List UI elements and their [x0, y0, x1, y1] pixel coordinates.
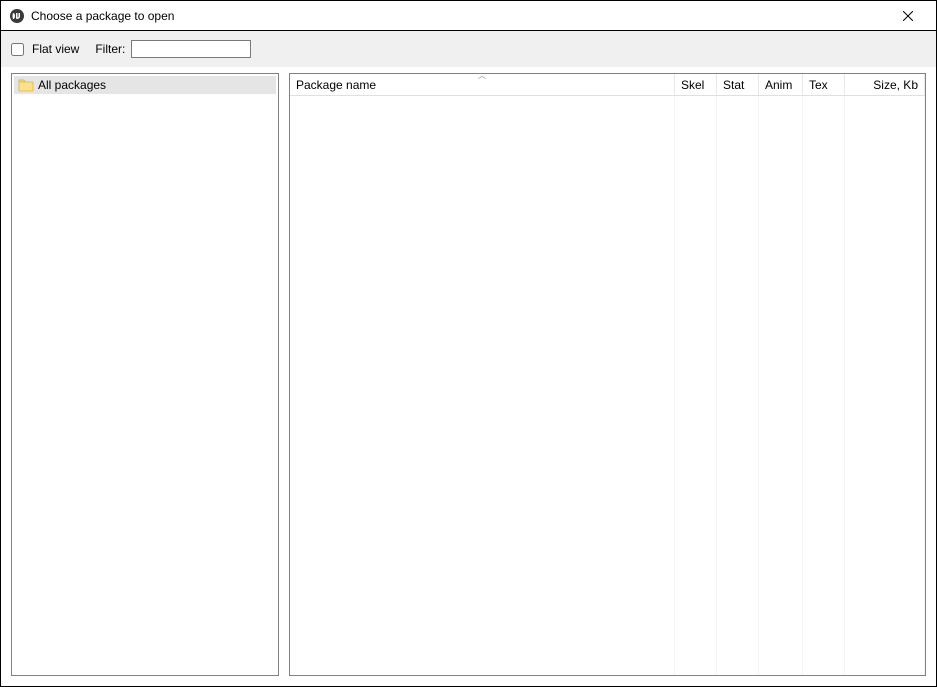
toolbar: Flat view Filter: — [1, 31, 936, 67]
list-panel[interactable]: Package name ︿ Skel Stat Anim Tex Size, … — [289, 73, 926, 676]
tree-item-label: All packages — [38, 78, 106, 92]
column-label: Tex — [809, 78, 828, 92]
filter-input[interactable] — [131, 40, 251, 58]
content-area: All packages Package name ︿ Skel Stat An… — [1, 67, 936, 686]
tree-item-all-packages[interactable]: All packages — [14, 76, 276, 94]
titlebar: Choose a package to open — [1, 1, 936, 31]
column-label: Stat — [723, 78, 744, 92]
sort-indicator-icon: ︿ — [478, 73, 486, 81]
column-label: Anim — [765, 78, 792, 92]
folder-icon — [18, 78, 34, 92]
column-header-tex[interactable]: Tex — [803, 74, 845, 95]
close-button[interactable] — [888, 2, 928, 30]
column-label: Size, Kb — [873, 78, 918, 92]
column-header-anim[interactable]: Anim — [759, 74, 803, 95]
column-label: Skel — [681, 78, 704, 92]
column-label: Package name — [296, 78, 376, 92]
flat-view-label[interactable]: Flat view — [32, 42, 79, 56]
column-header-stat[interactable]: Stat — [717, 74, 759, 95]
list-header: Package name ︿ Skel Stat Anim Tex Size, … — [290, 74, 925, 96]
column-header-package-name[interactable]: Package name ︿ — [290, 74, 675, 95]
flat-view-checkbox[interactable] — [11, 43, 24, 56]
tree-panel[interactable]: All packages — [11, 73, 279, 676]
column-header-size[interactable]: Size, Kb — [845, 74, 925, 95]
window-title: Choose a package to open — [31, 9, 888, 23]
list-body — [290, 96, 925, 675]
column-header-skel[interactable]: Skel — [675, 74, 717, 95]
filter-label: Filter: — [95, 42, 125, 56]
app-icon — [9, 8, 25, 24]
